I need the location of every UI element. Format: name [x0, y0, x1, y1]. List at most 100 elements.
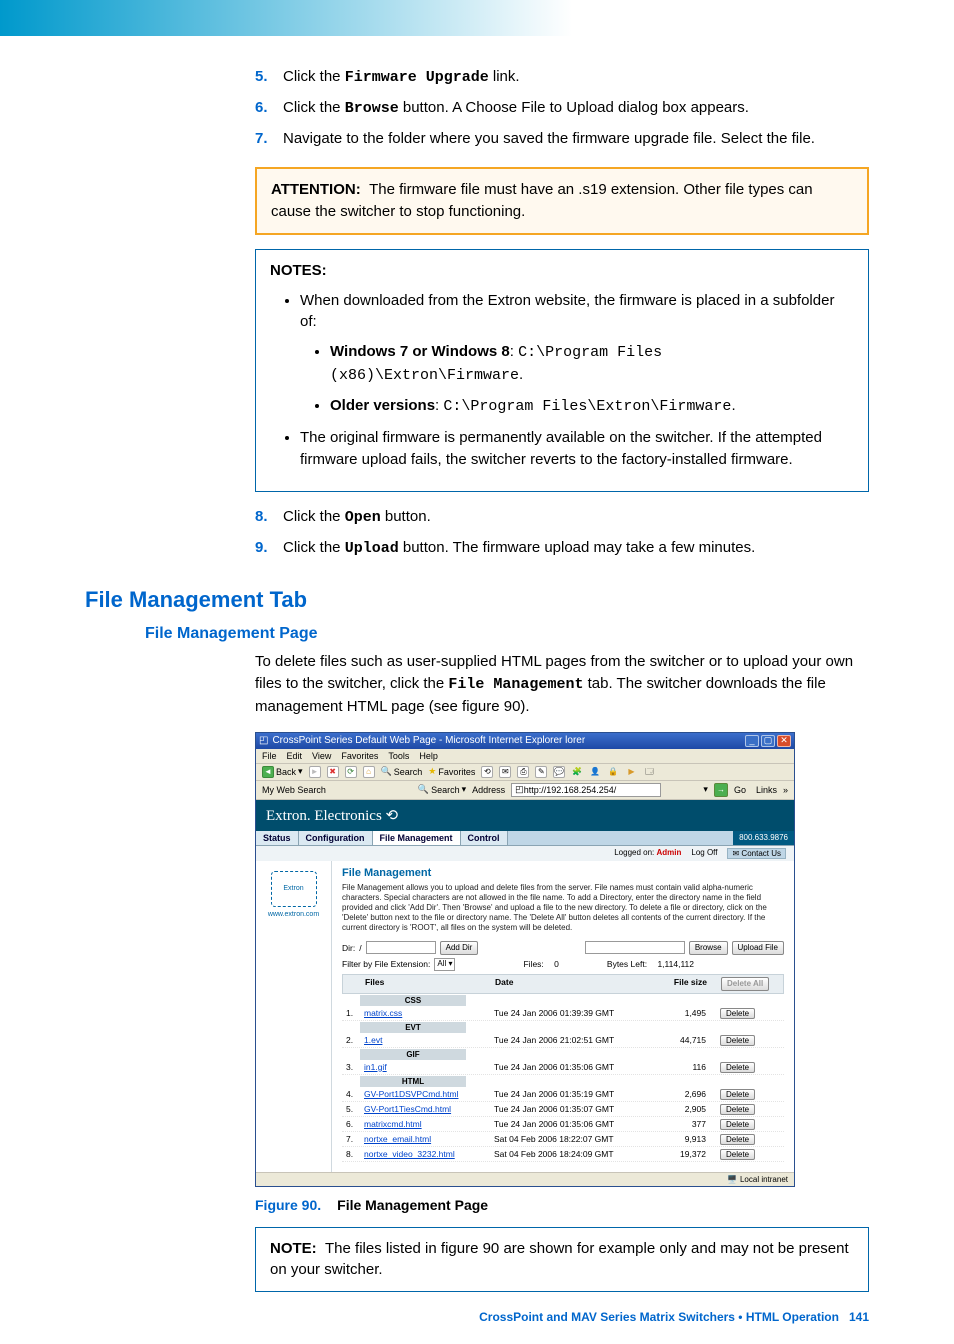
file-link[interactable]: matrixcmd.html [364, 1119, 422, 1129]
col-files: Files [361, 975, 491, 993]
attention-callout: ATTENTION: The firmware file must have a… [255, 167, 869, 235]
tool-icon[interactable]: ▶ [625, 766, 637, 778]
search-button[interactable]: 🔍Search [381, 766, 423, 777]
body-paragraph: To delete files such as user-supplied HT… [255, 651, 869, 717]
file-size: 19,372 [640, 1147, 710, 1161]
tool-icon[interactable]: 🗔 [643, 766, 655, 778]
delete-button[interactable]: Delete [720, 1119, 755, 1130]
search-toolbar-button[interactable]: 🔍Search ▾ [418, 784, 466, 795]
window-titlebar: ◰CrossPoint Series Default Web Page - Mi… [256, 733, 794, 749]
close-button[interactable]: ✕ [777, 735, 791, 747]
table-row: 6. matrixcmd.html Tue 24 Jan 2006 01:35:06… [342, 1117, 784, 1132]
history-button[interactable]: ⟲ [481, 766, 493, 778]
file-link[interactable]: nortxe_email.html [364, 1134, 431, 1144]
notes-subitem: Older versions: C:\Program Files\Extron\… [330, 395, 854, 418]
menu-item-view[interactable]: View [312, 751, 331, 761]
upload-file-button[interactable]: Upload File [732, 941, 784, 955]
file-group-header: CSS [360, 995, 466, 1006]
file-link[interactable]: matrix.css [364, 1008, 402, 1018]
forward-button[interactable]: ► [309, 766, 321, 778]
tab-status[interactable]: Status [256, 831, 299, 845]
stop-button[interactable]: ✖ [327, 766, 339, 778]
favorites-button[interactable]: ★Favorites [428, 766, 475, 777]
menu-item-favorites[interactable]: Favorites [341, 751, 378, 761]
delete-button[interactable]: Delete [720, 1062, 755, 1073]
back-button[interactable]: ◄Back ▾ [262, 766, 303, 778]
address-bar: My Web Search 🔍Search ▾ Address ◰ http:/… [256, 781, 794, 800]
delete-button[interactable]: Delete [720, 1134, 755, 1145]
file-date: Tue 24 Jan 2006 01:39:39 GMT [490, 1006, 640, 1020]
upload-path-input[interactable] [585, 941, 685, 954]
links-label[interactable]: Links [756, 785, 777, 795]
address-dropdown-icon[interactable]: ▾ [703, 784, 708, 795]
go-button[interactable]: → [714, 783, 728, 797]
delete-all-button[interactable]: Delete All [721, 977, 769, 991]
tab-file-management[interactable]: File Management [373, 831, 461, 845]
mail-button[interactable]: ✉ [499, 766, 511, 778]
maximize-button[interactable]: ▢ [761, 735, 775, 747]
tool-icon[interactable]: 👤 [589, 766, 601, 778]
ie-page-icon: ◰ [259, 735, 268, 746]
menu-item-edit[interactable]: Edit [287, 751, 303, 761]
file-link[interactable]: in1.gif [364, 1062, 387, 1072]
browse-button[interactable]: Browse [689, 941, 728, 955]
col-date: Date [491, 975, 641, 993]
files-count-value: 0 [554, 959, 559, 969]
row-index: 7. [342, 1132, 360, 1146]
minimize-button[interactable]: _ [745, 735, 759, 747]
menu-bar: File Edit View Favorites Tools Help [256, 749, 794, 764]
dir-input[interactable] [366, 941, 436, 954]
discuss-button[interactable]: 💬 [553, 766, 565, 778]
step-text: Click the Firmware Upgrade link. [283, 66, 869, 89]
phone-number: 800.633.9876 [733, 831, 794, 845]
file-size: 116 [640, 1060, 710, 1074]
login-strip: Logged on: Admin Log Off ✉ Contact Us [256, 846, 794, 861]
logoff-link[interactable]: Log Off [691, 848, 717, 859]
file-link[interactable]: 1.evt [364, 1035, 382, 1045]
delete-button[interactable]: Delete [720, 1104, 755, 1115]
filter-select[interactable]: All ▾ [434, 958, 455, 971]
attention-label: ATTENTION: [271, 181, 361, 198]
row-index: 8. [342, 1147, 360, 1161]
add-dir-button[interactable]: Add Dir [440, 941, 479, 955]
file-size: 377 [640, 1117, 710, 1131]
tab-bar: Status Configuration File Management Con… [256, 831, 794, 846]
tab-control[interactable]: Control [461, 831, 508, 845]
file-date: Sat 04 Feb 2006 18:24:09 GMT [490, 1147, 640, 1161]
address-input[interactable]: ◰ http://192.168.254.254/ [511, 783, 661, 797]
file-link[interactable]: nortxe_video_3232.html [364, 1149, 455, 1159]
sidebar-link[interactable]: www.extron.com [268, 911, 319, 918]
step-num: 5. [255, 66, 283, 89]
sidebar: Extron www.extron.com [256, 861, 332, 1172]
delete-button[interactable]: Delete [720, 1089, 755, 1100]
home-button[interactable]: ⌂ [363, 766, 375, 778]
status-bar: 🖥️ Local intranet [256, 1172, 794, 1186]
edit-button[interactable]: ✎ [535, 766, 547, 778]
contact-link[interactable]: ✉ Contact Us [727, 848, 786, 859]
table-row: 1.matrix.cssTue 24 Jan 2006 01:39:39 GMT… [342, 1006, 784, 1021]
file-list: CSS1.matrix.cssTue 24 Jan 2006 01:39:39 … [342, 995, 784, 1162]
tool-icon[interactable]: 🧩 [571, 766, 583, 778]
file-size: 1,495 [640, 1006, 710, 1020]
menu-item-file[interactable]: File [262, 751, 277, 761]
tool-icon[interactable]: 🔒 [607, 766, 619, 778]
delete-button[interactable]: Delete [720, 1035, 755, 1046]
table-row: 8. nortxe_video_3232.html Sat 04 Feb 2006 … [342, 1147, 784, 1162]
delete-button[interactable]: Delete [720, 1008, 755, 1019]
delete-button[interactable]: Delete [720, 1149, 755, 1160]
menu-item-tools[interactable]: Tools [388, 751, 409, 761]
notes-label: NOTES: [270, 262, 327, 279]
print-button[interactable]: ⎙ [517, 766, 529, 778]
file-link[interactable]: GV-Port1TiesCmd.html [364, 1104, 451, 1114]
row-index: 6. [342, 1117, 360, 1131]
tab-configuration[interactable]: Configuration [299, 831, 373, 845]
file-date: Tue 24 Jan 2006 01:35:06 GMT [490, 1117, 640, 1131]
step-text: Click the Upload button. The firmware up… [283, 537, 869, 560]
table-row: 7.nortxe_email.htmlSat 04 Feb 2006 18:22… [342, 1132, 784, 1147]
menu-item-help[interactable]: Help [419, 751, 438, 761]
file-link[interactable]: GV-Port1DSVPCmd.html [364, 1089, 458, 1099]
refresh-button[interactable]: ⟳ [345, 766, 357, 778]
notes-item: The original firmware is permanently ava… [300, 427, 854, 471]
file-size: 9,913 [640, 1132, 710, 1146]
note-label: NOTE: [270, 1240, 317, 1257]
